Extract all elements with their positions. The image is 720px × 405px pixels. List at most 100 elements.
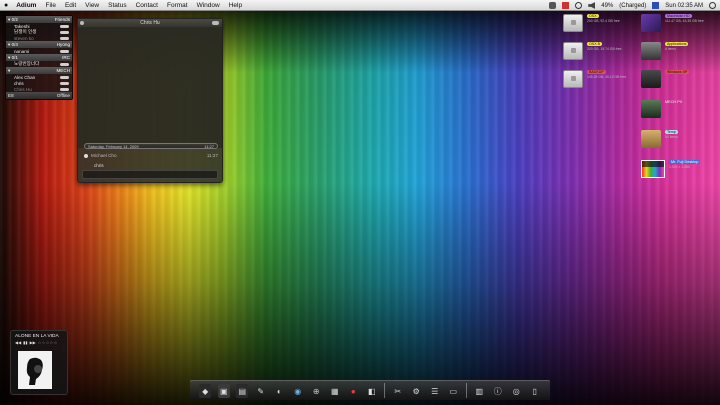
- message-text: chris: [94, 163, 104, 168]
- track-title: ALONE EN LA VIDA: [15, 334, 59, 339]
- dock-info-icon[interactable]: ⓘ: [492, 384, 504, 398]
- dock-finder-icon[interactable]: ◆: [199, 384, 212, 398]
- music-widget: ALONE EN LA VIDA ◀◀ ▮▮ ▶▶ ☆☆☆☆☆: [10, 330, 68, 395]
- chat-title: Chris Hu: [140, 20, 160, 26]
- desktop-wallpaper-file[interactable]: Mr. Fuji Desktop 1,920 × 1,080: [641, 160, 701, 178]
- menu-contact[interactable]: Contact: [136, 2, 158, 9]
- menu-status[interactable]: Status: [108, 2, 126, 9]
- dock: ◆ ▣ ▤ ✎ ◐ ◉ ⊕ ▦ ● ◧ ✂ ⚙ ☰ ▭ ▥ ⓘ ◎ ▯: [190, 380, 550, 400]
- menu-app-adium[interactable]: Adium: [16, 2, 36, 9]
- dock-globe-icon[interactable]: ◉: [292, 384, 304, 398]
- spotlight-icon[interactable]: [709, 2, 716, 9]
- chat-titlebar[interactable]: Chris Hu: [78, 19, 222, 27]
- status-pill: [60, 62, 69, 66]
- dock-app-icon[interactable]: ▣: [217, 384, 230, 398]
- dock-safari-icon[interactable]: ⊕: [310, 384, 322, 398]
- hard-drive-icon: [563, 70, 583, 88]
- menu-window[interactable]: Window: [197, 2, 220, 9]
- album-art: [18, 351, 52, 389]
- book-icon: [641, 70, 661, 88]
- buddy-icon: [84, 153, 88, 158]
- dock-app-icon[interactable]: ▤: [236, 384, 249, 398]
- dock-folder-icon[interactable]: ▥: [473, 384, 485, 398]
- menu-format[interactable]: Format: [167, 2, 188, 9]
- status-pill: [60, 75, 69, 79]
- group-header-hyong[interactable]: ▾ 0/4 Hyong: [6, 41, 72, 48]
- group-header-mech[interactable]: ▾ MECH: [6, 67, 72, 74]
- status-pill: [60, 49, 69, 53]
- dock-app-icon[interactable]: ▭: [447, 384, 459, 398]
- dock-app-icon[interactable]: ◐: [273, 384, 285, 398]
- desktop-drive-osx-b[interactable]: OSX B 320 GB, 15.74 GB free: [563, 42, 622, 60]
- hard-drive-icon: [563, 42, 583, 60]
- apple-menu-icon[interactable]: ●: [4, 2, 8, 9]
- toolbar-toggle-button[interactable]: [212, 21, 219, 25]
- message-input[interactable]: [82, 170, 218, 179]
- dock-app-icon[interactable]: ◧: [366, 384, 378, 398]
- group-label: Friends: [54, 17, 70, 22]
- account-label: E8: [8, 93, 14, 98]
- menubar-status-area: 49% (Charged) Sun 02:35 AM: [549, 0, 716, 11]
- dock-stack-icon[interactable]: ◎: [510, 384, 522, 398]
- dock-app-icon[interactable]: ⚙: [410, 384, 422, 398]
- date-separator: Saturday, February 14, 2009 11:27: [84, 143, 218, 149]
- menu-help[interactable]: Help: [229, 2, 242, 9]
- desktop-macintosh-hd[interactable]: Macintosh HD 111.47 GB, 43.35 GB free: [641, 14, 704, 32]
- desktop-mech-px[interactable]: MECH PX: [641, 100, 682, 118]
- desktop-temp[interactable]: Temp 54 items: [641, 130, 678, 148]
- battery-charge-status[interactable]: (Charged): [619, 3, 646, 9]
- playback-controls: ◀◀ ▮▮ ▶▶ ☆☆☆☆☆: [11, 340, 67, 345]
- chat-message: Michael Cho 11:27 chris: [84, 153, 218, 168]
- rating-stars[interactable]: ☆☆☆☆☆: [38, 340, 58, 345]
- desktop-applications[interactable]: Applications 6 items: [641, 42, 689, 60]
- dock-tools-icon[interactable]: ✂: [392, 384, 404, 398]
- desktop-drive-backup[interactable]: BACKUP 145.28 GB, 45.19 GB free: [563, 70, 626, 88]
- group-name: ▾ 0/2: [8, 16, 18, 22]
- message-time: 11:27: [206, 153, 218, 158]
- desktop-drive-osx[interactable]: OSX 200 GB, 92.4 GB free: [563, 14, 620, 32]
- flag-icon[interactable]: [652, 2, 660, 9]
- next-button[interactable]: ▶▶: [30, 340, 36, 345]
- gmail-icon[interactable]: [562, 2, 570, 9]
- hard-drive-icon: [563, 14, 583, 32]
- status-selector[interactable]: Offline: [57, 93, 70, 98]
- status-pill: [60, 81, 69, 85]
- dock-pen-icon[interactable]: ✎: [255, 384, 267, 398]
- status-footer[interactable]: E8 Offline: [6, 92, 72, 99]
- bluetooth-icon[interactable]: [549, 2, 557, 9]
- dock-separator: [465, 383, 467, 398]
- dock-app-icon[interactable]: ▦: [329, 384, 341, 398]
- image-thumbnail-icon: [641, 160, 665, 178]
- dock-trash-icon[interactable]: ▯: [529, 384, 541, 398]
- message-sender: Michael Cho: [91, 153, 117, 158]
- box-icon: [641, 130, 661, 148]
- drive-icon: [641, 14, 661, 32]
- group-header-friends[interactable]: ▾ 0/2 Friends: [6, 16, 72, 23]
- dock-app-icon[interactable]: ☰: [429, 384, 441, 398]
- close-icon[interactable]: [80, 21, 84, 25]
- menubar: ● Adium File Edit View Status Contact Fo…: [0, 0, 720, 11]
- status-pill: [60, 36, 69, 40]
- album-art-image: [18, 351, 52, 389]
- status-pill: [60, 24, 69, 28]
- status-pill: [60, 30, 69, 34]
- volume-icon[interactable]: [588, 2, 596, 9]
- cup-icon: [641, 42, 661, 60]
- book-icon: [641, 100, 661, 118]
- wifi-icon[interactable]: [575, 2, 583, 9]
- menu-file[interactable]: File: [45, 2, 55, 9]
- dock-separator: [384, 383, 386, 398]
- menu-edit[interactable]: Edit: [65, 2, 76, 9]
- menubar-clock[interactable]: Sun 02:35 AM: [665, 3, 703, 9]
- previous-button[interactable]: ◀◀: [15, 340, 21, 345]
- pause-button[interactable]: ▮▮: [23, 340, 27, 345]
- battery-percent[interactable]: 49%: [601, 3, 613, 9]
- desktop-windows-xp[interactable]: Windows XP: [641, 70, 690, 88]
- chat-transcript[interactable]: [78, 27, 222, 148]
- chat-window: Chris Hu Saturday, February 14, 2009 11:…: [77, 18, 223, 183]
- status-pill: [60, 87, 69, 91]
- dock-adium-icon[interactable]: ●: [347, 384, 359, 398]
- menu-view[interactable]: View: [85, 2, 99, 9]
- adium-contact-list: ▾ 0/2 Friends Takeshi 담쟁이 인생 steven ko ▾…: [5, 15, 73, 100]
- group-header-irc[interactable]: ▾ 0/1 IRC: [6, 54, 72, 61]
